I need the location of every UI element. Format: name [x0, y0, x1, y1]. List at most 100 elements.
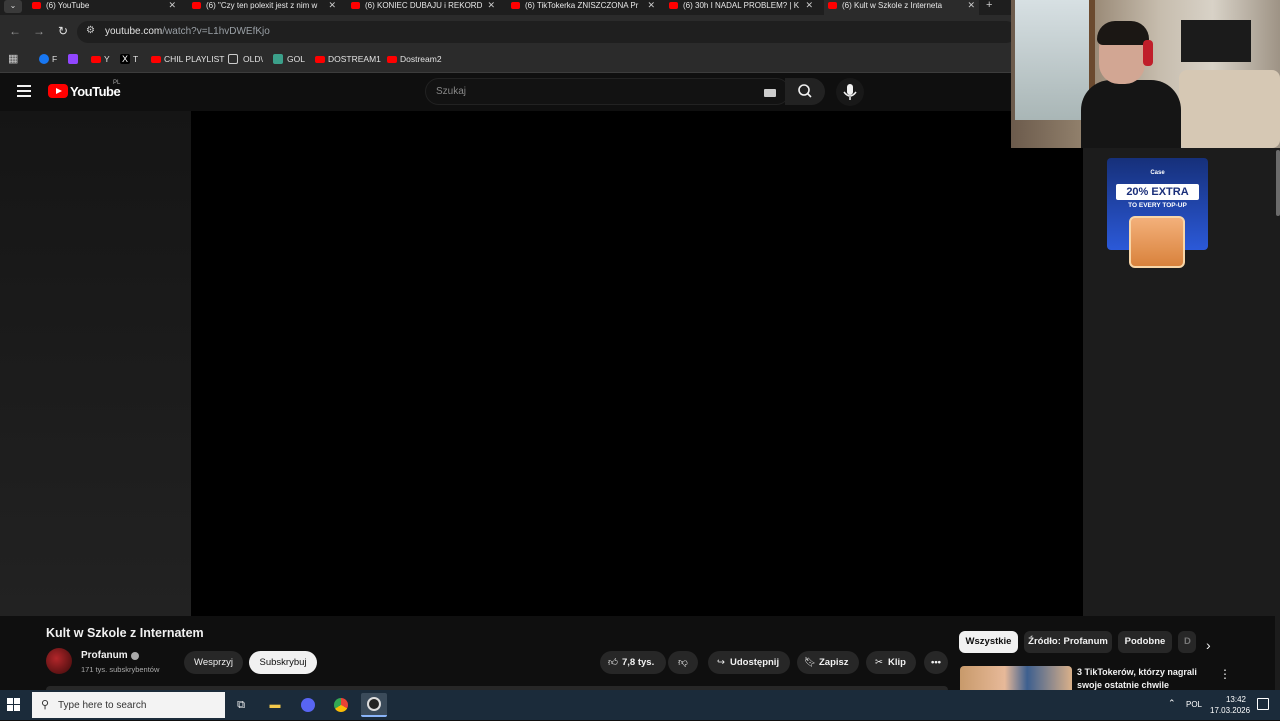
windows-start-icon[interactable]	[7, 698, 21, 712]
thumbs-down-icon: 👎︎	[678, 657, 688, 668]
more-actions-button[interactable]: •••	[924, 651, 948, 674]
browser-tab-active[interactable]: (6) Kult w Szkole z Interneta ✕	[824, 0, 979, 15]
verified-icon	[131, 652, 139, 660]
tab-search-button[interactable]: ⌄	[4, 0, 22, 13]
close-icon[interactable]: ✕	[487, 0, 495, 11]
tab-title: (6) KONIEC DUBAJU i REKORD	[365, 1, 483, 10]
search-button[interactable]	[785, 78, 825, 105]
url-text: youtube.com/watch?v=L1hvDWEfKjo	[105, 26, 270, 37]
youtube-icon	[315, 56, 325, 63]
chip-related[interactable]: Podobne	[1118, 631, 1172, 653]
tab-title: (6) 30h I NADAL PROBLEM? | K	[683, 1, 800, 10]
bookmark-item[interactable]: XT	[120, 53, 138, 67]
subscribe-button[interactable]: Subskrybuj	[249, 651, 317, 674]
bookmark-item[interactable]: F	[39, 53, 57, 67]
search-icon: ⚲	[41, 699, 50, 711]
share-button[interactable]: ↪ Udostępnij	[708, 651, 790, 674]
browser-tab[interactable]: (6) 30h I NADAL PROBLEM? | K ✕	[665, 0, 817, 15]
close-icon[interactable]: ✕	[967, 0, 975, 11]
browser-tab[interactable]: (6) "Czy ten polexit jest z nim w ✕	[188, 0, 340, 15]
new-tab-button[interactable]: +	[986, 0, 992, 11]
bookmark-item[interactable]	[68, 53, 81, 67]
browser-tab[interactable]: (6) KONIEC DUBAJU i REKORD ✕	[347, 0, 499, 15]
recommended-thumbnail[interactable]	[960, 666, 1072, 690]
clock[interactable]: 13:42 17.03.2026	[1210, 694, 1251, 716]
bookmark-label: CHIL PLAYLIST	[164, 54, 225, 64]
search-input[interactable]: Szukaj	[425, 78, 790, 105]
language-indicator[interactable]: POL	[1186, 700, 1202, 709]
chevron-right-icon[interactable]: ›	[1206, 637, 1211, 653]
video-title: Kult w Szkole z Internatem	[46, 626, 204, 640]
save-button[interactable]: 🔖︎ Zapisz	[797, 651, 859, 674]
scrollbar-track[interactable]	[1275, 148, 1280, 690]
like-count: 7,8 tys.	[622, 657, 655, 668]
clip-button[interactable]: ✂ Klip	[866, 651, 916, 674]
page-gutter	[0, 111, 191, 616]
tab-title: (6) YouTube	[46, 1, 90, 10]
headset-icon	[1143, 40, 1153, 66]
windows-taskbar: ⚲ Type here to search ⧉ ▬ ⌃ POL 13:42 17…	[0, 690, 1280, 720]
bookmark-item[interactable]: CHIL PLAYLIST	[151, 53, 224, 67]
chip-all[interactable]: Wszystkie	[959, 631, 1018, 653]
like-button[interactable]: 👍︎ 7,8 tys.	[600, 651, 666, 674]
bookmark-label: OLD\	[243, 54, 263, 64]
notification-icon[interactable]	[1257, 698, 1269, 710]
ad-brand: Case	[1150, 170, 1165, 176]
search-placeholder: Szukaj	[436, 86, 467, 97]
bookmark-item[interactable]: DOSTREAM1	[315, 53, 381, 67]
bookmark-item[interactable]: GOL	[273, 53, 305, 67]
discord-app-icon[interactable]	[295, 693, 321, 717]
avatar[interactable]	[46, 648, 72, 674]
facebook-icon	[39, 54, 49, 64]
taskbar-search-input[interactable]: ⚲ Type here to search	[32, 692, 225, 718]
chip-from-channel[interactable]: Źródło: Profanum	[1024, 631, 1112, 653]
video-player[interactable]	[191, 111, 1083, 616]
twitch-icon	[68, 54, 78, 64]
close-icon[interactable]: ✕	[168, 0, 176, 11]
obs-app-icon[interactable]	[361, 693, 387, 717]
browser-tab[interactable]: (6) TikTokerka ZNISZCZONA Pr ✕	[507, 0, 659, 15]
voice-search-button[interactable]	[836, 78, 864, 106]
youtube-favicon-icon	[192, 2, 201, 9]
bookmark-item[interactable]: Y	[91, 53, 110, 67]
recommended-title[interactable]: 3 TikTokerów, którzy nagrali swoje ostat…	[1077, 666, 1207, 692]
file-explorer-icon[interactable]: ▬	[262, 693, 288, 717]
bookmark-item[interactable]: Dostream2	[387, 53, 442, 67]
taskbar-search-placeholder: Type here to search	[58, 700, 147, 711]
close-icon[interactable]: ✕	[647, 0, 655, 11]
youtube-favicon-icon	[351, 2, 360, 9]
streamer	[1081, 18, 1181, 148]
scissors-icon: ✂	[875, 657, 883, 668]
menu-icon[interactable]	[17, 85, 31, 97]
channel-name[interactable]: Profanum	[81, 650, 128, 661]
dislike-button[interactable]: 👎︎	[668, 651, 698, 674]
more-vertical-icon[interactable]: ⋮	[1219, 667, 1231, 681]
url-host: youtube.com	[105, 26, 163, 37]
keyboard-icon[interactable]	[764, 89, 776, 97]
treasure-chest-icon	[1129, 216, 1185, 268]
scrollbar-thumb[interactable]	[1276, 150, 1280, 216]
browser-tab[interactable]: (6) YouTube ✕	[28, 0, 180, 15]
clock-date: 17.03.2026	[1210, 706, 1251, 715]
chevron-up-icon[interactable]: ⌃	[1168, 698, 1176, 709]
ad-subline: TO EVERY TOP-UP	[1128, 202, 1187, 209]
apps-grid-icon[interactable]: ▦	[8, 52, 18, 65]
address-bar[interactable]: ⚙ youtube.com/watch?v=L1hvDWEfKjo	[77, 21, 1017, 43]
youtube-play-icon	[48, 84, 68, 98]
subscriber-count: 171 tys. subskrybentów	[81, 665, 160, 674]
back-arrow-icon[interactable]: ←	[8, 24, 22, 38]
forward-arrow-icon[interactable]: →	[32, 24, 46, 38]
close-icon[interactable]: ✕	[805, 0, 813, 11]
reload-icon[interactable]: ↻	[56, 24, 70, 38]
close-icon[interactable]: ✕	[328, 0, 336, 11]
more-horizontal-icon: •••	[931, 657, 941, 668]
chip-partial[interactable]: D	[1178, 631, 1196, 653]
chrome-app-icon[interactable]	[328, 693, 354, 717]
task-view-icon[interactable]: ⧉	[228, 693, 254, 717]
bookmark-label: Dostream2	[400, 54, 442, 64]
ad-banner[interactable]: Case 20% EXTRA TO EVERY TOP-UP	[1107, 158, 1208, 268]
site-settings-icon[interactable]: ⚙	[86, 25, 95, 36]
support-button[interactable]: Wesprzyj	[184, 651, 243, 674]
bookmark-label: Y	[104, 54, 110, 64]
bookmark-folder[interactable]: OLD\	[228, 53, 263, 67]
